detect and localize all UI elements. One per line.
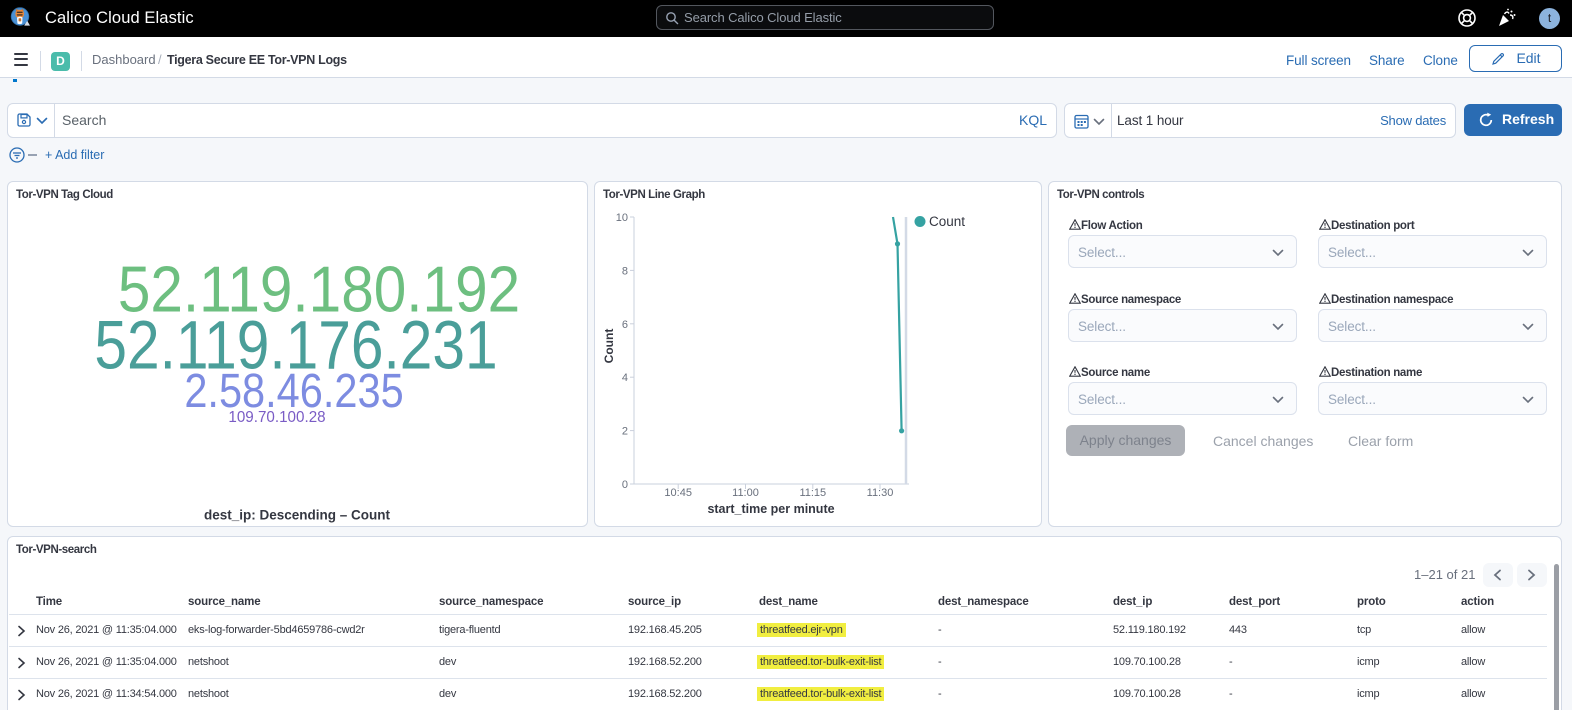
svg-text:2: 2 [622, 426, 628, 438]
svg-text:Count: Count [929, 214, 965, 229]
svg-text:8: 8 [622, 265, 628, 277]
svg-text:10:45: 10:45 [664, 487, 692, 499]
svg-text:0: 0 [622, 479, 628, 491]
svg-text:6: 6 [622, 319, 628, 331]
svg-text:start_time per minute: start_time per minute [707, 502, 834, 516]
svg-text:11:15: 11:15 [799, 487, 826, 499]
svg-text:4: 4 [622, 372, 628, 384]
svg-text:Count: Count [602, 329, 616, 364]
svg-text:11:00: 11:00 [732, 487, 759, 499]
svg-text:10: 10 [616, 212, 628, 224]
svg-text:11:30: 11:30 [867, 487, 894, 499]
